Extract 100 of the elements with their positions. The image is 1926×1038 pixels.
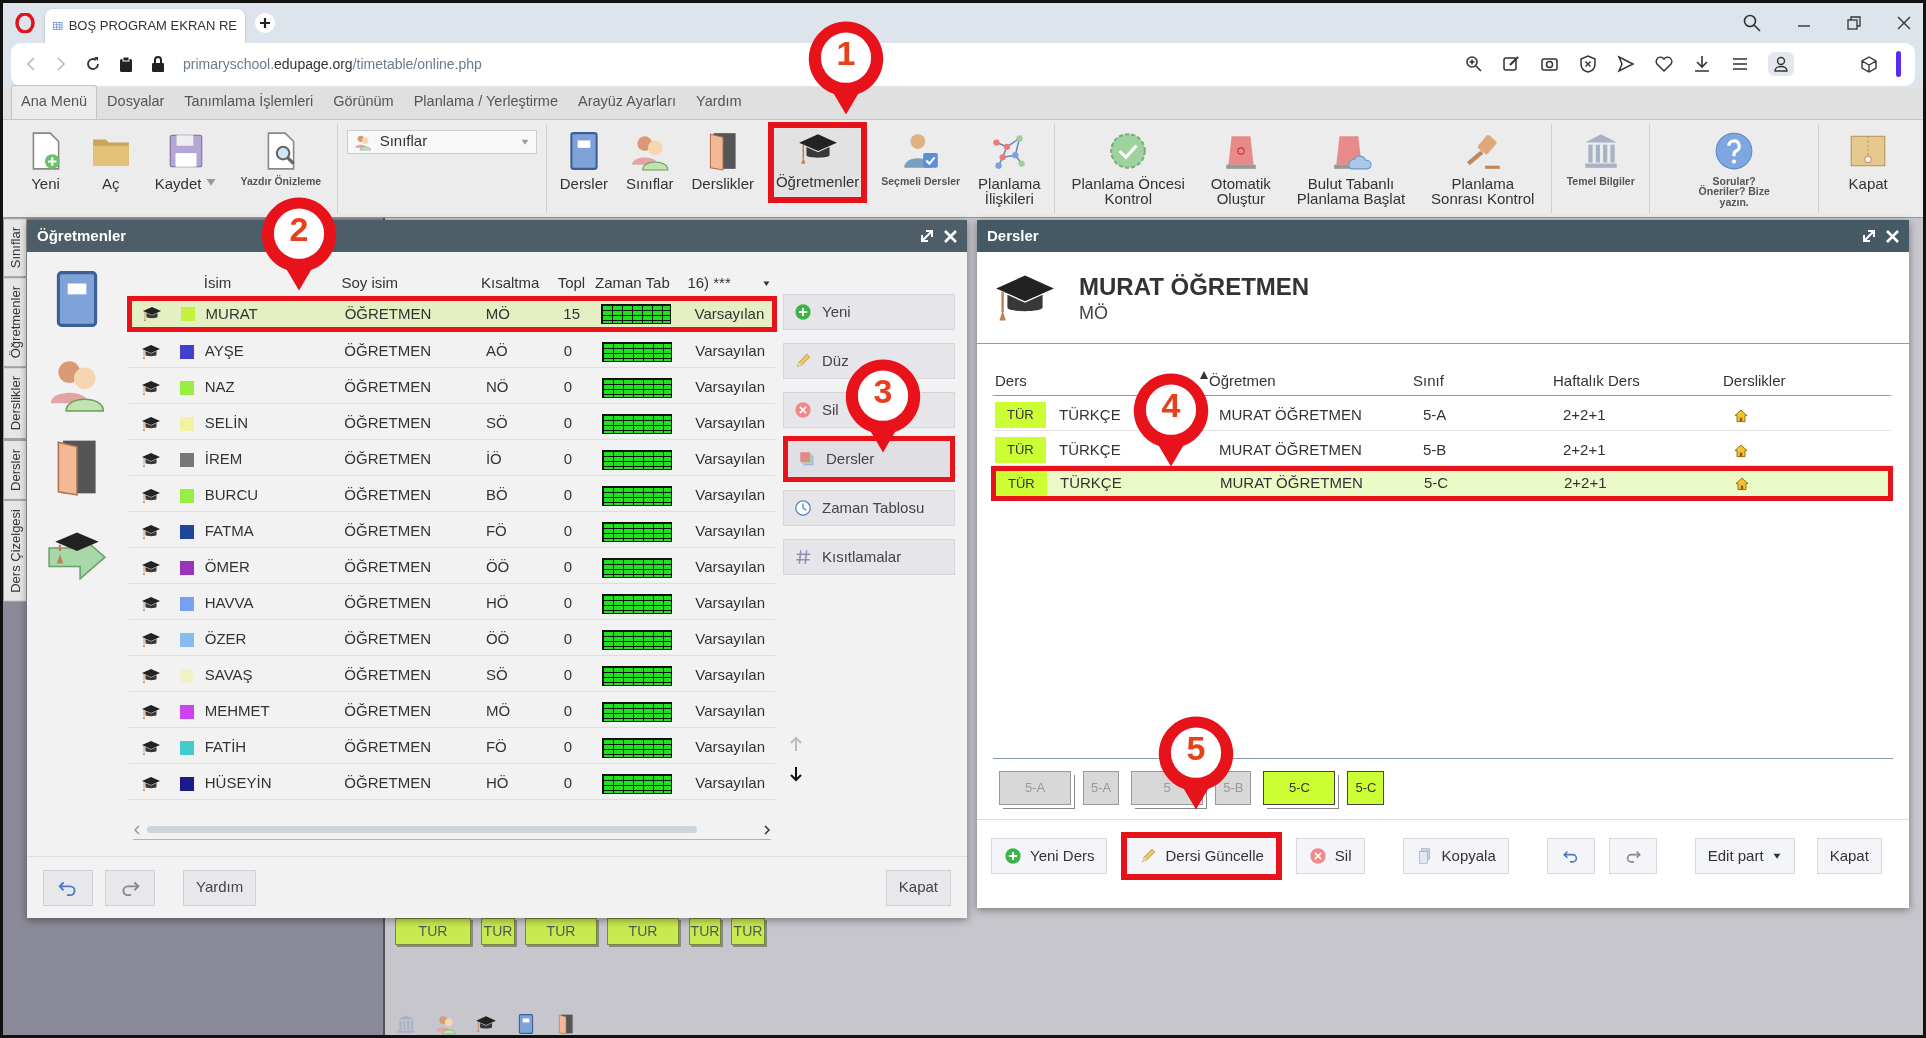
table-row[interactable]: SAVAŞ ÖĞRETMEN SÖ 0 Varsayılan	[127, 656, 777, 692]
lesson-card[interactable]: TUR	[607, 918, 679, 945]
url-text[interactable]: primaryschool.edupage.org/timetable/online.php	[183, 53, 482, 75]
table-row[interactable]: MEHMET ÖĞRETMEN MÖ 0 Varsayılan	[127, 692, 777, 728]
table-row[interactable]: AYŞE ÖĞRETMEN AÖ 0 Varsayılan	[127, 332, 777, 368]
side-tab[interactable]: Derslikler	[3, 367, 27, 440]
toolbar-button[interactable]: Sorular? Öneriler? Bize yazın.	[1694, 123, 1774, 213]
column-header[interactable]: Ders	[995, 370, 1027, 393]
column-header[interactable]: Öğretmen	[1209, 372, 1276, 390]
expand-icon[interactable]	[920, 229, 934, 243]
toolbar-button[interactable]: Sınıflar	[622, 123, 678, 197]
column-header[interactable]: Derslikler	[1723, 372, 1786, 390]
menu-tab[interactable]: Dosyalar	[97, 84, 175, 119]
side-tab[interactable]: Ders Çizelgesi	[3, 499, 27, 602]
toolbar-button[interactable]: Bulut Tabanlı Planlama Başlat	[1292, 123, 1410, 212]
toolbar-button[interactable]: Yeni	[20, 123, 71, 197]
toolbar-button[interactable]: Planlama İlişkileri	[974, 123, 1045, 212]
table-row[interactable]: NAZ ÖĞRETMEN NÖ 0 Varsayılan	[127, 368, 777, 404]
table-row[interactable]: MURAT ÖĞRETMEN MÖ 15 Varsayılan	[127, 296, 777, 332]
table-row[interactable]: TÜR TÜRKÇE MURAT ÖĞRETMEN 5-C 2+2+1	[991, 466, 1893, 501]
new-tab-button[interactable]	[255, 13, 275, 33]
class-card[interactable]: 5-C	[1347, 771, 1385, 805]
column-header[interactable]: Haftalık Ders	[1553, 372, 1640, 390]
column-header[interactable]: Sınıf	[1413, 372, 1444, 390]
menu-tab[interactable]: Planlama / Yerleştirme	[403, 84, 568, 119]
table-row[interactable]: FATMA ÖĞRETMEN FÖ 0 Varsayılan	[127, 512, 777, 548]
column-header[interactable]: Zaman Tab	[595, 271, 688, 295]
search-icon[interactable]	[1743, 14, 1761, 32]
menu-tab[interactable]: Arayüz Ayarları	[567, 84, 687, 119]
scroll-down-icon[interactable]	[789, 766, 803, 782]
dialog-button[interactable]: Dersler	[783, 436, 955, 482]
side-tab[interactable]: Sınıflar	[3, 218, 27, 278]
plus-icon	[259, 17, 271, 29]
close-icon[interactable]	[1897, 16, 1911, 30]
dialog-title: Dersler	[987, 225, 1039, 246]
toolbar-button[interactable]: Derslikler	[687, 123, 758, 197]
table-row[interactable]: İREM ÖĞRETMEN İÖ 0 Varsayılan	[127, 440, 777, 476]
toolbar-button[interactable]: Kaydet	[150, 123, 222, 198]
shield-icon[interactable]	[1578, 54, 1598, 75]
menu-tab[interactable]: Tanımlama İşlemleri	[174, 84, 324, 119]
lesson-card[interactable]: TUR	[525, 918, 597, 945]
browser-tab[interactable]: BOŞ PROGRAM EKRAN RE	[45, 9, 245, 43]
toolbar-button[interactable]: Kapat	[1843, 123, 1894, 197]
lesson-card[interactable]: TUR	[481, 918, 515, 945]
toolbar-button[interactable]: Aç	[85, 123, 136, 197]
expand-icon[interactable]	[1862, 229, 1876, 243]
table-cell: MURAT ÖĞRETMEN	[1220, 474, 1363, 492]
side-tab[interactable]: Dersler	[3, 439, 27, 500]
toolbar-button[interactable]: Planlama Öncesi Kontrol	[1067, 123, 1189, 212]
lesson-card[interactable]: TUR	[689, 918, 721, 945]
toolbar-button[interactable]: Planlama Sonrası Kontrol	[1427, 123, 1539, 212]
menu-tab[interactable]: Görünüm	[323, 84, 404, 119]
column-header[interactable]: 16) ***	[687, 271, 763, 295]
heart-icon[interactable]	[1654, 54, 1674, 75]
toolbar-button[interactable]: Seçmeli Dersler	[877, 123, 965, 192]
dialog-button[interactable]: Sil	[1295, 838, 1365, 874]
restore-icon[interactable]	[1847, 16, 1861, 30]
table-cell-text: 0	[563, 521, 573, 542]
table-row[interactable]: SELİN ÖĞRETMEN SÖ 0 Varsayılan	[127, 404, 777, 440]
undo-button[interactable]	[43, 869, 93, 906]
send-icon[interactable]	[1616, 54, 1636, 75]
lesson-card[interactable]: TUR	[395, 918, 471, 945]
dialog-button[interactable]: Dersi Güncelle	[1121, 832, 1282, 880]
column-header[interactable]: Kısaltma	[481, 271, 558, 295]
close-button[interactable]: Kapat	[885, 869, 951, 906]
table-row[interactable]: BURCU ÖĞRETMEN BÖ 0 Varsayılan	[127, 476, 777, 512]
lessons-icon	[798, 450, 816, 468]
table-row[interactable]: FATİH ÖĞRETMEN FÖ 0 Varsayılan	[127, 728, 777, 764]
dialog-button[interactable]: Kısıtlamalar	[783, 539, 955, 575]
help-button[interactable]: Yardım	[183, 869, 257, 906]
toolbar-button[interactable]: Dersler	[555, 123, 613, 197]
horizontal-scrollbar[interactable]	[133, 824, 771, 840]
column-header[interactable]: Soy isim	[341, 271, 481, 295]
reload-icon[interactable]	[85, 56, 101, 73]
column-header[interactable]: Topl	[557, 271, 596, 295]
menu-tab[interactable]: Yardım	[686, 84, 752, 119]
dialog-button[interactable]: Kapat	[1816, 838, 1882, 874]
download-icon[interactable]	[1692, 54, 1712, 75]
dialog-button[interactable]: Yeni	[783, 294, 955, 330]
table-row[interactable]: HAVVA ÖĞRETMEN HÖ 0 Varsayılan	[127, 584, 777, 620]
toolbar-button[interactable]: Yazdır Önizleme	[236, 123, 326, 192]
subject-tag: TÜR	[996, 470, 1047, 497]
lesson-card[interactable]: TUR	[731, 918, 765, 945]
toolbar-button[interactable]: Temel Bilgiler	[1562, 123, 1639, 192]
dialog-button[interactable]: Edit part	[1694, 838, 1795, 874]
table-row[interactable]: ÖMER ÖĞRETMEN ÖÖ 0 Varsayılan	[127, 548, 777, 584]
dialog-button[interactable]: Zaman Tablosu	[783, 490, 955, 526]
dialog-button[interactable]: Yeni Ders	[991, 838, 1108, 874]
cube-icon[interactable]	[1860, 55, 1878, 74]
view-dropdown[interactable]: Sınıflar	[346, 129, 537, 154]
toolbar-button[interactable]: Otomatik Oluştur	[1206, 123, 1275, 212]
table-row[interactable]: ÖZER ÖĞRETMEN ÖÖ 0 Varsayılan	[127, 620, 777, 656]
side-tab[interactable]: Öğretmenler	[3, 277, 27, 368]
toolbar-button[interactable]: Öğretmenler	[767, 121, 868, 203]
table-row[interactable]: HÜSEYİN ÖĞRETMEN HÖ 0 Varsayılan	[127, 764, 777, 800]
dialog-button[interactable]: Kopyala	[1402, 838, 1509, 874]
redo-button[interactable]	[105, 869, 155, 906]
menu-tab[interactable]: Ana Menü	[11, 84, 98, 119]
profile-button[interactable]	[1768, 52, 1794, 77]
column-header[interactable]: İsim	[203, 271, 342, 295]
